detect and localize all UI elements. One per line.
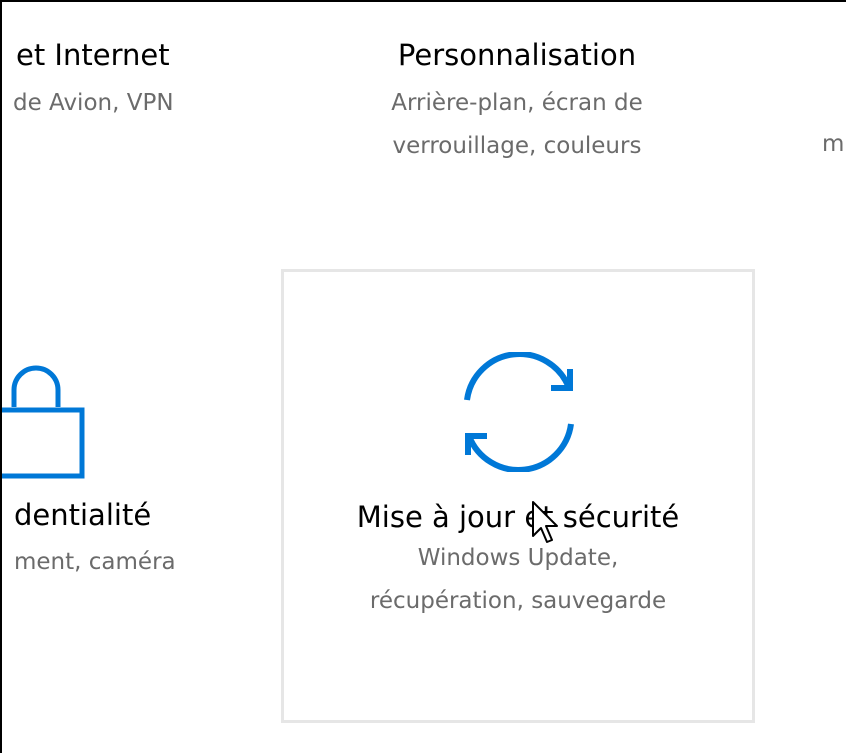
tile-description-line: Windows Update,: [417, 545, 619, 571]
tile-title: dentialité: [14, 498, 152, 532]
tile-partial-right[interactable]: m: [802, 120, 846, 170]
tile-description: ment, caméra: [14, 549, 176, 575]
tile-update-security[interactable]: Mise à jour et sécurité Windows Update, …: [281, 269, 755, 723]
tile-personalisation[interactable]: Personnalisation Arrière-plan, écran de …: [302, 32, 732, 172]
tile-network-internet[interactable]: et Internet de Avion, VPN: [2, 32, 242, 172]
tile-privacy[interactable]: dentialité ment, caméra: [2, 342, 252, 602]
tile-description: Windows Update, récupération, sauvegarde: [284, 537, 752, 623]
tile-description-line: verrouillage, couleurs: [392, 133, 642, 159]
tile-description: Arrière-plan, écran de verrouillage, cou…: [302, 82, 732, 168]
tile-description-line: Arrière-plan, écran de: [391, 90, 643, 116]
tile-title: Personnalisation: [397, 38, 637, 72]
tile-title: Mise à jour et sécurité: [356, 500, 680, 534]
lock-icon: [2, 365, 85, 479]
sync-icon: [464, 352, 574, 472]
settings-window: et Internet de Avion, VPN Personnalisati…: [0, 0, 846, 753]
tile-description: de Avion, VPN: [13, 90, 174, 116]
tile-description-line: récupération, sauvegarde: [369, 588, 667, 614]
tile-title: et Internet: [16, 38, 170, 72]
tile-description: m: [822, 131, 845, 157]
